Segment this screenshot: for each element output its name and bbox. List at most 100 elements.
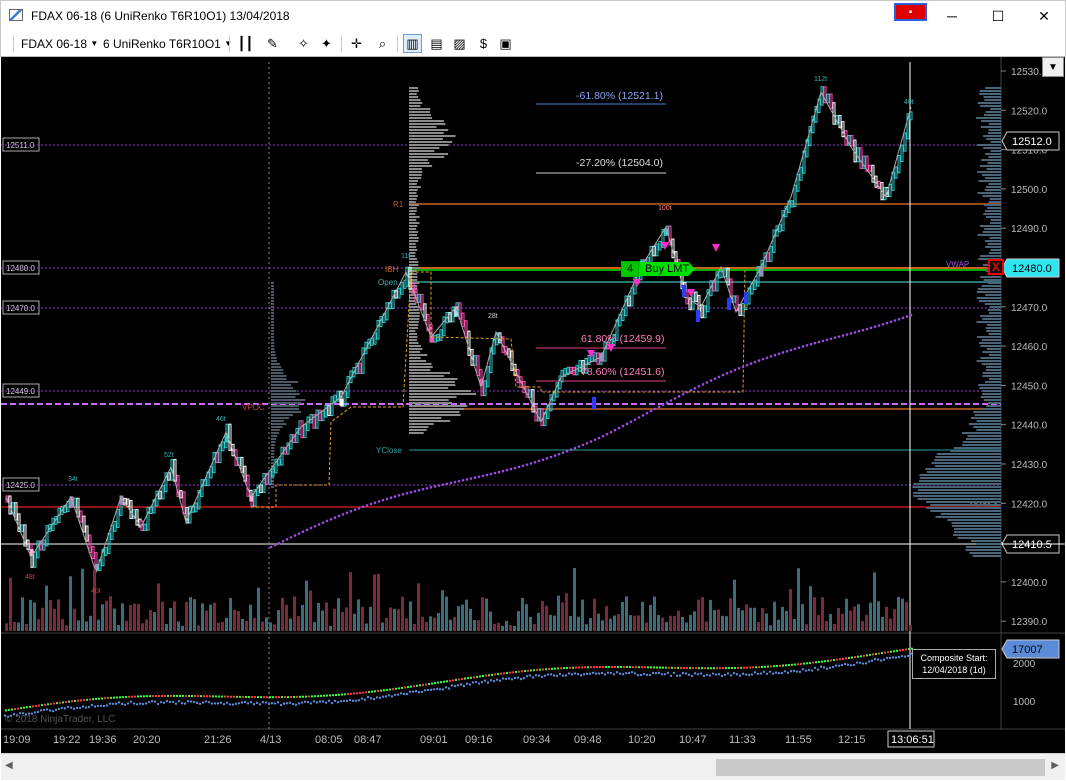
instrument-selector[interactable]: FDAX 06-18 ▼ [21, 34, 98, 53]
volume-bar [525, 604, 528, 631]
indicator-point [573, 672, 577, 675]
close-button[interactable]: ✕ [1021, 1, 1066, 31]
price-bar [461, 312, 465, 328]
properties-icon[interactable]: ▨ [450, 34, 469, 53]
indicator-bar [71, 700, 73, 703]
volume-bar [253, 617, 256, 631]
buy-marker [727, 298, 731, 310]
minimize-button[interactable]: ─ [929, 1, 975, 31]
indicator-point [585, 672, 589, 676]
indicator-bar [236, 695, 238, 698]
alert-button[interactable]: ▪ [894, 3, 927, 21]
indicator-bar [560, 667, 562, 670]
indicator-point [756, 672, 760, 676]
order-label[interactable]: Buy LMT [639, 262, 696, 276]
bar-style-icon[interactable]: ┃┃ [236, 34, 255, 53]
indicator-bar [749, 666, 751, 669]
indicator-point [531, 676, 535, 679]
indicator-bar [875, 652, 877, 655]
buy-limit-order[interactable]: 4 Buy LMT [621, 260, 696, 278]
indicator-bar [347, 693, 349, 696]
indicator-bar [869, 653, 871, 656]
indicator-point [705, 673, 709, 676]
volume-bar [869, 602, 872, 631]
volume-bar [129, 605, 132, 631]
scroll-thumb[interactable] [716, 759, 1045, 776]
indicator-bar [293, 695, 295, 698]
cancel-order-button[interactable]: X [988, 259, 1004, 275]
indicator-bar [689, 667, 691, 670]
indicator-bar [242, 695, 244, 698]
volume-bar [805, 624, 808, 631]
pencil-drawing-icon[interactable]: ✎ [263, 34, 282, 53]
volume-profile-bar [983, 147, 1001, 149]
indicator-point [540, 675, 544, 679]
volume-bar [269, 622, 272, 631]
zoom-icon[interactable]: ⌕ [373, 34, 392, 53]
volume-bar [93, 569, 96, 631]
indicator-bar [407, 686, 409, 689]
scroll-left-icon[interactable]: ◀ [5, 760, 13, 771]
volume-bar [861, 621, 864, 631]
volume-bar [137, 603, 140, 631]
volume-bar [41, 607, 44, 631]
horizontal-scrollbar[interactable]: ◀ ▶ [1, 753, 1065, 780]
volume-bar [53, 608, 56, 631]
indicator-bar [680, 666, 682, 669]
volume-bar [353, 613, 356, 631]
volume-bar [461, 604, 464, 631]
indicator-point [618, 672, 622, 675]
vwap-point [637, 416, 641, 419]
indicator-point [600, 671, 604, 675]
indicator-bar [329, 694, 331, 697]
vwap-point [693, 386, 697, 390]
price-bar [423, 303, 427, 321]
volume-profile-bar [409, 261, 419, 263]
indicator-bar [791, 663, 793, 666]
volume-profile-bar [271, 390, 297, 392]
chart-canvas[interactable]: 12530.012520.012510.012500.012490.012480… [1, 57, 1065, 753]
chart-trader-icon[interactable]: ▥ [403, 34, 422, 53]
indicator-bar [575, 666, 577, 669]
order-quantity[interactable]: 4 [621, 261, 640, 277]
indicator-point [36, 710, 40, 714]
volume-profile-bar [931, 462, 1001, 464]
volume-bar [545, 605, 548, 631]
indicator-bar [101, 697, 103, 700]
maximize-button[interactable]: ☐ [975, 1, 1021, 31]
price-chart[interactable]: 12530.012520.012510.012500.012490.012480… [1, 57, 1065, 753]
volume-bar [533, 624, 536, 631]
volume-bar [881, 616, 884, 631]
volume-bar [873, 572, 876, 631]
vwap-point [897, 317, 901, 321]
add-indicator-icon[interactable]: ✧ [294, 34, 313, 53]
price-bar [262, 473, 266, 493]
indicator-bar [695, 667, 697, 670]
indicator-point [780, 672, 784, 675]
indicator-bar [539, 668, 541, 671]
volume-bar [485, 598, 488, 631]
indicator-bar [818, 660, 820, 663]
indicator-point [381, 695, 385, 698]
indicator-bar [722, 667, 724, 670]
volume-bar [217, 622, 220, 631]
orders-icon[interactable]: ▤ [427, 34, 446, 53]
crosshair-icon[interactable]: ✛ [347, 34, 366, 53]
bartype-selector[interactable]: 6 UniRenko T6R10O1 ▼ [103, 34, 232, 53]
indicator-bar [98, 697, 100, 700]
indicator-point [471, 681, 475, 684]
money-icon[interactable]: $ [474, 34, 493, 53]
indicator-point [261, 701, 265, 704]
volume-profile-bar [409, 216, 420, 218]
scroll-right-icon[interactable]: ▶ [1051, 760, 1059, 771]
volume-profile-bar [971, 540, 1001, 542]
data-box-icon[interactable]: ▣ [496, 34, 515, 53]
strategy-icon[interactable]: ✦ [317, 34, 336, 53]
chevron-down-icon[interactable]: ▼ [1042, 57, 1064, 77]
indicator-point [432, 688, 436, 691]
volume-profile-bar [409, 165, 433, 167]
vwap-point [761, 357, 765, 361]
indicator-bar [281, 696, 283, 699]
volume-profile-bar [979, 93, 1001, 95]
indicator-bar [458, 678, 460, 681]
